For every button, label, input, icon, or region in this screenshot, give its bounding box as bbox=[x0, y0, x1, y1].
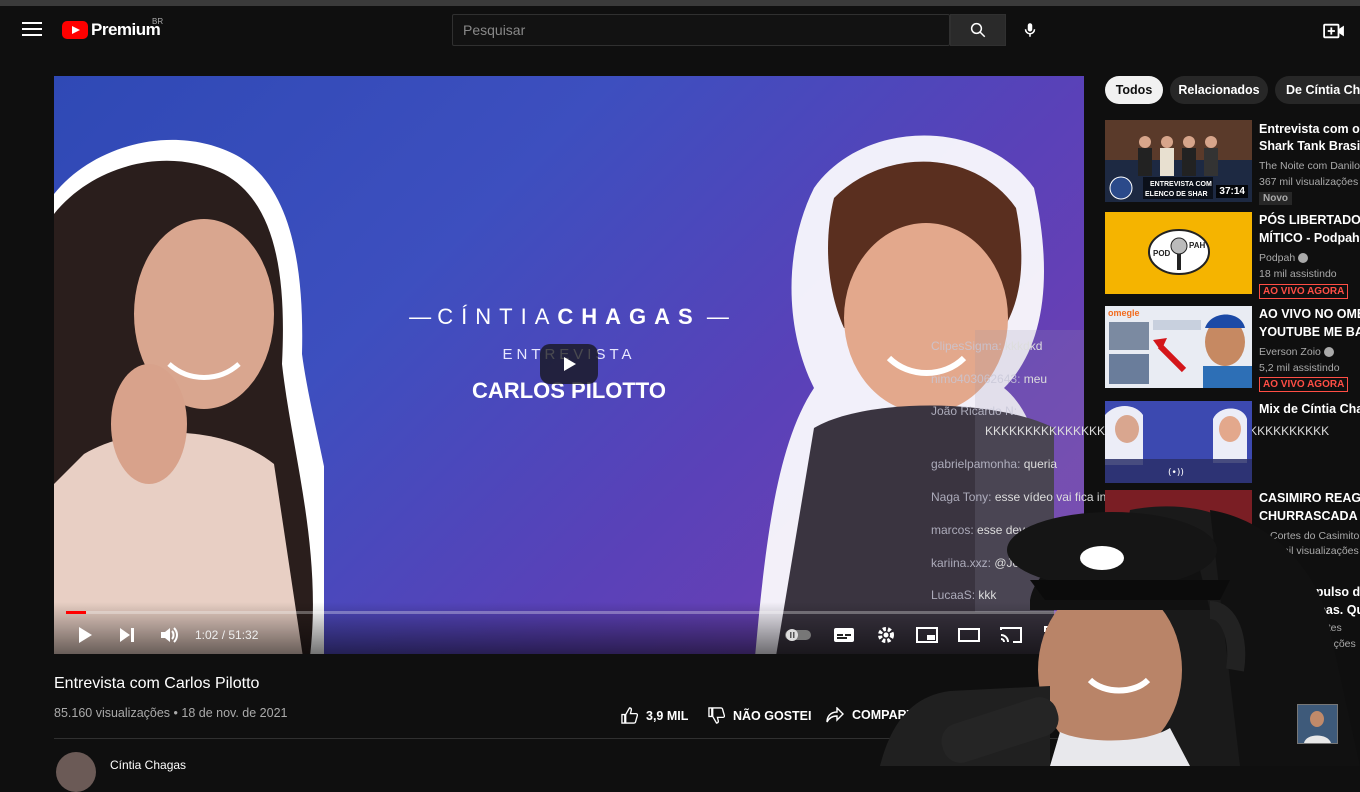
recommendation-channel[interactable]: The Noite com Danilo bbox=[1259, 160, 1360, 172]
chat-message: ClipesSigma: kkkdkd bbox=[931, 339, 1042, 353]
recommendation-meta: 367 mil visualizações bbox=[1259, 176, 1359, 188]
search-icon bbox=[970, 22, 986, 38]
play-icon bbox=[79, 627, 92, 643]
chat-user: João Ricardo N: bbox=[931, 404, 1018, 418]
chip-todos[interactable]: Todos bbox=[1105, 76, 1163, 104]
dislike-button[interactable]: NÃO GOSTEI bbox=[708, 707, 811, 724]
overlay-name-light: CÍNTIA bbox=[437, 304, 558, 329]
person-thumbnail bbox=[1298, 705, 1337, 743]
microphone-icon bbox=[1024, 23, 1036, 37]
verified-icon bbox=[1323, 347, 1334, 358]
like-count: 3,9 MIL bbox=[646, 708, 689, 723]
autoplay-toggle[interactable] bbox=[783, 624, 813, 646]
search-button[interactable] bbox=[950, 14, 1006, 46]
podpah-logo-art: POD PAH bbox=[1105, 212, 1252, 294]
like-button[interactable]: 3,9 MIL bbox=[621, 707, 688, 724]
search-input[interactable] bbox=[453, 15, 933, 45]
recommendation-title[interactable]: Mix de Cíntia Chag bbox=[1259, 401, 1360, 418]
chat-text: queria bbox=[1023, 457, 1058, 471]
recommendation-title[interactable]: PÓS LIBERTADORE bbox=[1259, 212, 1360, 229]
logo-text: Premium bbox=[91, 20, 161, 39]
overlay-title: — CÍNTIACHAGAS — bbox=[409, 304, 729, 329]
svg-text:ENTREVISTA COM: ENTREVISTA COM bbox=[1150, 181, 1212, 188]
channel-avatar[interactable] bbox=[56, 752, 96, 792]
recommendation-title-line2[interactable]: YOUTUBE ME BAN bbox=[1259, 324, 1360, 341]
autoplay-toggle-icon bbox=[785, 629, 811, 641]
recommendation-title-line2[interactable]: MÍTICO - Podpah # bbox=[1259, 230, 1360, 247]
mute-button[interactable] bbox=[157, 624, 181, 646]
create-button[interactable] bbox=[1322, 20, 1346, 42]
recommendation-title[interactable]: Entrevista com o e bbox=[1259, 121, 1360, 138]
voice-search-button[interactable] bbox=[1018, 18, 1042, 42]
recommendation-thumbnail[interactable]: ENTREVISTA COM ELENCO DE SHAR 37:14 bbox=[1105, 120, 1252, 202]
streamer-mini-avatar bbox=[1297, 704, 1338, 744]
chat-text: meu bbox=[1023, 372, 1048, 386]
country-code: BR bbox=[152, 17, 164, 26]
play-button[interactable] bbox=[74, 624, 96, 646]
svg-text:PAH: PAH bbox=[1189, 241, 1206, 250]
progress-played bbox=[66, 611, 87, 614]
video-duration: 37:14 bbox=[1216, 185, 1248, 198]
recommendation-thumbnail[interactable]: omegle bbox=[1105, 306, 1252, 388]
volume-icon bbox=[161, 627, 178, 643]
recommendation-channel[interactable]: Podpah bbox=[1259, 252, 1309, 264]
chat-message: João Ricardo N: bbox=[931, 404, 1017, 418]
recommendation-meta: 18 mil assistindo bbox=[1259, 268, 1337, 280]
recommendation-meta: 5,2 mil assistindo bbox=[1259, 362, 1340, 374]
recommendation-thumbnail[interactable]: POD PAH bbox=[1105, 212, 1252, 294]
create-video-icon bbox=[1323, 23, 1344, 39]
overlay-name-bold: CHAGAS bbox=[557, 304, 701, 329]
chip-relacionados[interactable]: Relacionados bbox=[1170, 76, 1268, 104]
youtube-premium-logo[interactable]: Premium bbox=[62, 20, 161, 40]
new-badge: Novo bbox=[1259, 192, 1292, 205]
menu-icon[interactable] bbox=[22, 22, 42, 36]
thumbs-up-icon bbox=[621, 707, 638, 724]
live-badge: AO VIVO AGORA bbox=[1259, 284, 1349, 299]
chat-message: gabrielpamonha: queria bbox=[931, 457, 1057, 471]
thumbs-down-icon bbox=[708, 707, 725, 724]
skip-next-icon bbox=[120, 628, 134, 642]
chat-user: ClipesSigma: bbox=[931, 339, 1002, 353]
youtube-play-icon bbox=[62, 21, 88, 39]
chat-user: gabrielpamonha: bbox=[931, 457, 1021, 471]
recommendation-title-line2[interactable]: Shark Tank Brasil | bbox=[1259, 138, 1360, 155]
next-button[interactable] bbox=[116, 624, 138, 646]
search-box bbox=[452, 14, 950, 46]
dislike-label: NÃO GOSTEI bbox=[733, 708, 812, 723]
channel-label: Everson Zoio bbox=[1259, 346, 1321, 358]
verified-icon bbox=[1298, 253, 1309, 264]
share-icon bbox=[826, 707, 844, 723]
interviewer-portrait bbox=[54, 139, 324, 654]
chat-user: nimo403062643: bbox=[931, 372, 1021, 386]
video-title: Entrevista com Carlos Pilotto bbox=[54, 675, 260, 692]
svg-text:POD: POD bbox=[1153, 249, 1171, 258]
omegle-thumbnail-art: omegle bbox=[1105, 306, 1252, 388]
captions-icon bbox=[834, 628, 854, 642]
time-display: 1:02 / 51:32 bbox=[195, 628, 259, 642]
recommendation-channel[interactable]: Everson Zoio bbox=[1259, 346, 1334, 358]
streamer-webcam-overlay bbox=[880, 506, 1360, 766]
svg-text:ELENCO DE SHAR: ELENCO DE SHAR bbox=[1145, 191, 1208, 198]
chat-text: kkkdkd bbox=[1005, 339, 1043, 353]
chat-message: nimo403062643: meu bbox=[931, 372, 1047, 386]
play-icon bbox=[564, 357, 576, 371]
channel-name[interactable]: Cíntia Chagas bbox=[110, 758, 186, 772]
svg-text:omegle: omegle bbox=[1108, 308, 1140, 318]
live-badge: AO VIVO AGORA bbox=[1259, 377, 1349, 392]
subtitles-button[interactable] bbox=[832, 624, 856, 646]
video-metadata: 85.160 visualizações • 18 de nov. de 202… bbox=[54, 706, 288, 720]
channel-label: Podpah bbox=[1259, 252, 1296, 264]
chip-channel[interactable]: De Cíntia Chagas bbox=[1275, 76, 1360, 104]
large-play-button[interactable] bbox=[540, 344, 598, 384]
recommendation-title[interactable]: AO VIVO NO OMEG bbox=[1259, 306, 1360, 323]
